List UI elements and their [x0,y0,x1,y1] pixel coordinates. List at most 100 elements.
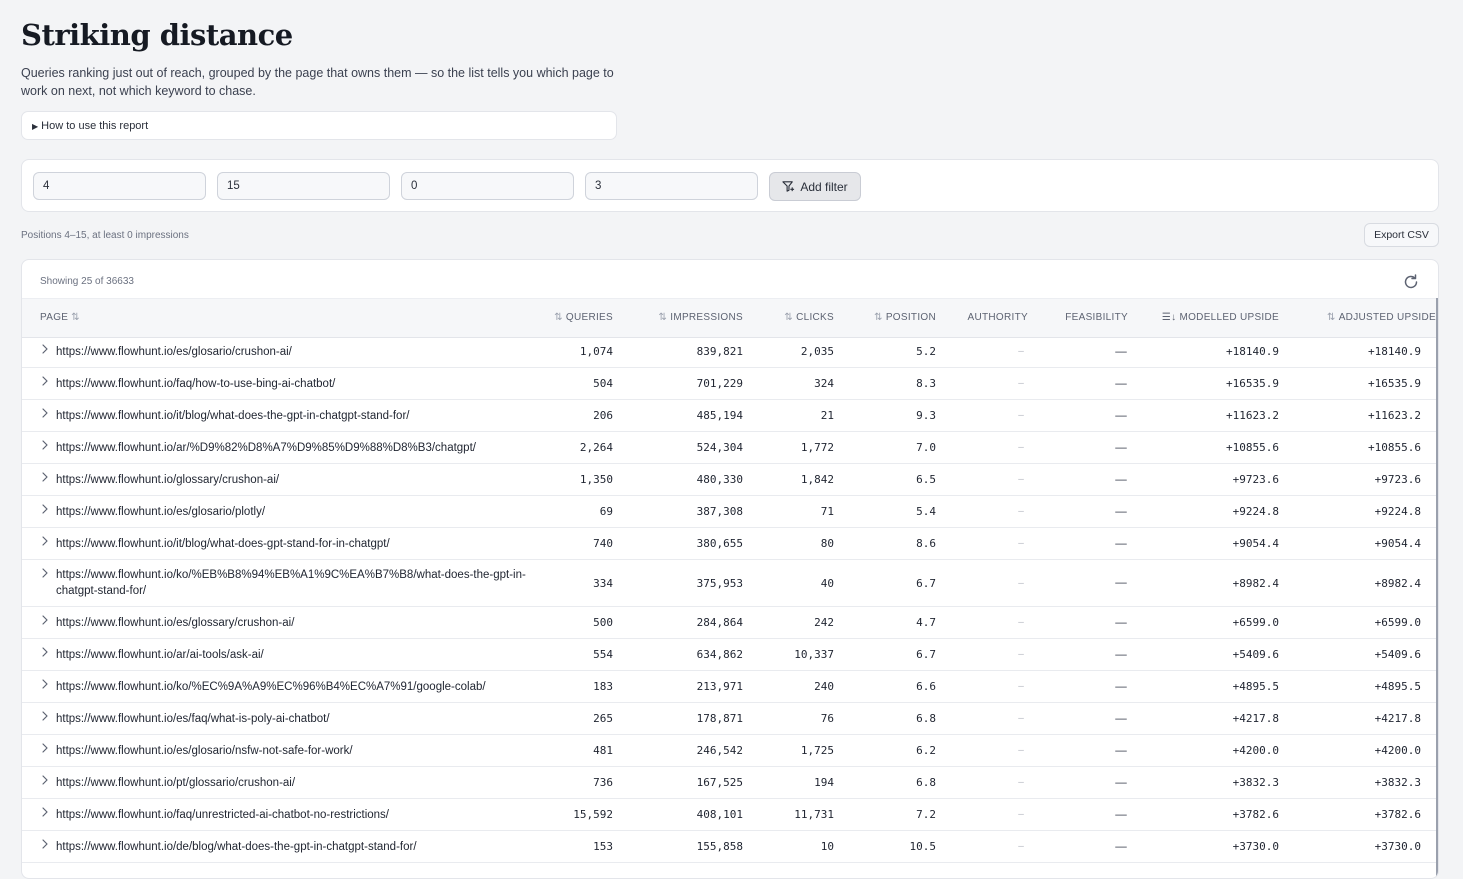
table-row[interactable]: https://www.flowhunt.io/it/blog/what-doe… [22,528,1436,560]
chevron-right-icon[interactable] [41,743,49,753]
row-feasibility: — [1115,537,1127,550]
col-page[interactable]: PAGE ⇅ [40,299,83,337]
chevron-right-icon[interactable] [41,839,49,849]
sort-arrows-icon: ⇅ [71,312,80,323]
row-position: 7.0 [916,441,936,454]
row-page-url[interactable]: https://www.flowhunt.io/es/glossary/crus… [56,607,526,638]
row-position: 6.6 [916,680,936,693]
row-page-url[interactable]: https://www.flowhunt.io/es/glosario/plot… [56,496,526,527]
chevron-right-icon[interactable] [41,711,49,721]
table-row[interactable]: https://www.flowhunt.io/it/blog/what-doe… [22,400,1436,432]
chevron-right-icon[interactable] [41,647,49,657]
row-modelled-upside: +9224.8 [1232,505,1279,518]
row-queries: 15,592 [573,808,613,821]
chevron-right-icon[interactable] [41,536,49,546]
row-queries: 334 [593,576,613,590]
row-clicks: 240 [814,680,834,693]
row-page-url[interactable]: https://www.flowhunt.io/faq/unrestricted… [56,799,526,830]
export-csv-button[interactable]: Export CSV [1364,223,1439,247]
chevron-right-icon[interactable] [41,408,49,418]
chevron-right-icon[interactable] [41,615,49,625]
row-queries: 2,264 [579,441,613,454]
chevron-right-icon[interactable] [41,440,49,450]
row-page-url[interactable]: https://www.flowhunt.io/ko/%EC%9A%A9%EC%… [56,671,526,702]
row-modelled-upside: +16535.9 [1226,377,1279,390]
chevron-right-icon[interactable] [41,775,49,785]
min-position-input[interactable] [33,172,206,200]
row-impressions: 480,330 [696,473,743,486]
max-position-input[interactable] [217,172,390,200]
row-page-url[interactable]: https://www.flowhunt.io/it/blog/what-doe… [56,400,526,431]
row-feasibility: — [1115,680,1127,693]
table-row[interactable]: https://www.flowhunt.io/de/blog/what-doe… [22,831,1436,863]
row-modelled-upside: +3782.6 [1232,808,1279,821]
refresh-icon[interactable] [1402,273,1420,291]
chevron-right-icon[interactable] [41,807,49,817]
table-row[interactable]: https://www.flowhunt.io/es/glosario/nsfw… [22,735,1436,767]
row-authority: – [1018,681,1024,692]
row-clicks: 10 [820,840,834,853]
row-position: 6.7 [916,576,936,590]
row-clicks: 1,842 [800,473,834,486]
chevron-right-icon[interactable] [41,679,49,689]
row-page-url[interactable]: https://www.flowhunt.io/faq/how-to-use-b… [56,368,526,399]
row-page-url[interactable]: https://www.flowhunt.io/ar/ai-tools/ask-… [56,639,526,670]
table-row[interactable]: https://www.flowhunt.io/glossary/crushon… [22,464,1436,496]
row-authority: – [1018,538,1024,549]
row-impressions: 387,308 [696,505,743,518]
row-page-url[interactable]: https://www.flowhunt.io/glossary/crushon… [56,464,526,495]
row-position: 6.7 [916,648,936,661]
table-row[interactable]: https://www.flowhunt.io/ar/%D9%82%D8%A7%… [22,432,1436,464]
chevron-right-icon[interactable] [41,344,49,354]
table-row[interactable]: https://www.flowhunt.io/ar/ai-tools/ask-… [22,639,1436,671]
how-to-use-disclosure[interactable]: ▶ How to use this report [21,111,617,140]
row-page-url[interactable]: https://www.flowhunt.io/es/faq/what-is-p… [56,703,526,734]
row-queries: 265 [593,712,613,725]
row-page-url[interactable]: https://www.flowhunt.io/ko/%EB%B8%94%EB%… [56,560,526,606]
table-row[interactable]: https://www.flowhunt.io/ko/%EC%9A%A9%EC%… [22,671,1436,703]
chevron-right-icon[interactable] [41,472,49,482]
chevron-right-icon[interactable] [41,376,49,386]
table-row[interactable]: https://www.flowhunt.io/pt/glossario/cru… [22,767,1436,799]
scrollbar[interactable] [1436,298,1438,878]
col-position[interactable]: ⇅ POSITION [871,299,936,337]
col-adjusted-upside[interactable]: ⇅ ADJUSTED UPSIDE [1324,299,1436,337]
table-row[interactable]: https://www.flowhunt.io/faq/unrestricted… [22,799,1436,831]
chevron-right-icon[interactable] [41,568,49,578]
chevron-right-icon[interactable] [41,504,49,514]
row-page-url[interactable]: https://www.flowhunt.io/de/blog/what-doe… [56,831,526,862]
table-row[interactable]: https://www.flowhunt.io/es/faq/what-is-p… [22,703,1436,735]
table-row[interactable]: https://www.flowhunt.io/ko/%EB%B8%94%EB%… [22,560,1436,607]
row-modelled-upside: +4895.5 [1232,680,1279,693]
sort-desc-icon: ☰↓ [1161,312,1177,323]
table-row[interactable]: https://www.flowhunt.io/faq/how-to-use-b… [22,368,1436,400]
col-queries[interactable]: ⇅ QUERIES [551,299,613,337]
row-adjusted-upside: +4895.5 [1374,680,1421,693]
row-clicks: 71 [820,505,834,518]
col-clicks[interactable]: ⇅ CLICKS [781,299,834,337]
row-page-url[interactable]: https://www.flowhunt.io/es/glosario/nsfw… [56,735,526,766]
row-page-url[interactable]: https://www.flowhunt.io/pt/glossario/cru… [56,767,526,798]
row-adjusted-upside: +3832.3 [1374,776,1421,789]
row-position: 6.2 [916,744,936,757]
row-modelled-upside: +4200.0 [1232,744,1279,757]
sort-arrows-icon: ⇅ [874,312,883,323]
col-impressions[interactable]: ⇅ IMPRESSIONS [656,299,743,337]
table-row[interactable]: https://www.flowhunt.io/es/glosario/plot… [22,496,1436,528]
col-modelled-upside[interactable]: ☰↓ MODELLED UPSIDE [1159,299,1279,337]
row-feasibility: — [1115,377,1127,390]
min-impressions-input[interactable] [401,172,574,200]
row-feasibility: — [1115,505,1127,518]
table-row[interactable]: https://www.flowhunt.io/es/glosario/crus… [22,336,1436,368]
row-authority: – [1018,745,1024,756]
row-page-url[interactable]: https://www.flowhunt.io/ar/%D9%82%D8%A7%… [56,432,526,463]
row-page-url[interactable]: https://www.flowhunt.io/it/blog/what-doe… [56,528,526,559]
row-clicks: 324 [814,377,834,390]
row-page-url[interactable]: https://www.flowhunt.io/es/glosario/crus… [56,336,526,367]
row-clicks: 76 [820,712,834,725]
row-feasibility: — [1115,345,1127,358]
table-row[interactable]: https://www.flowhunt.io/es/glossary/crus… [22,607,1436,639]
min-queries-input[interactable] [585,172,758,200]
row-adjusted-upside: +10855.6 [1368,441,1421,454]
add-filter-button[interactable]: Add filter [769,172,861,201]
